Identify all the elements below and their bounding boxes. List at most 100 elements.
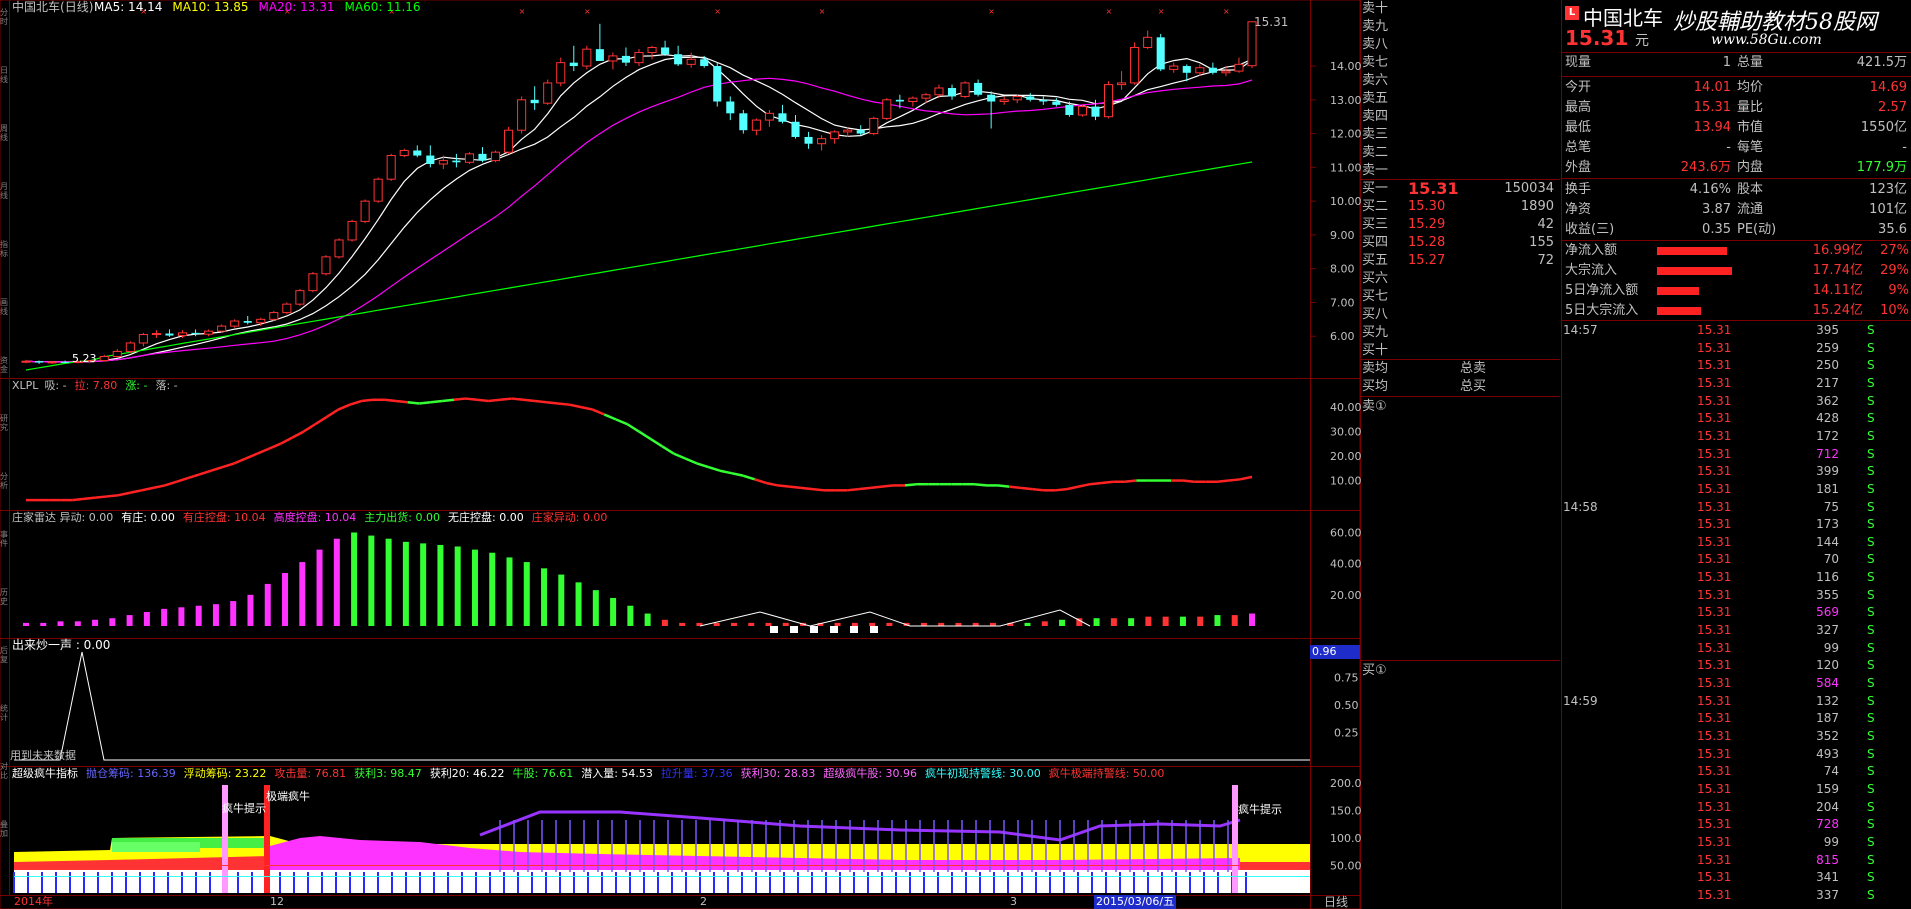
toolbar-item[interactable]: 指标 xyxy=(0,240,9,258)
zjld-bar xyxy=(661,619,668,626)
candle-body xyxy=(21,360,31,363)
xlpl-segment xyxy=(453,397,466,402)
xlpl-segment xyxy=(592,408,605,416)
flow-pct: 9% xyxy=(1888,283,1909,298)
tick-side: S xyxy=(1867,340,1875,355)
cjnn-area-white xyxy=(14,870,1310,893)
candle-body xyxy=(1234,63,1244,72)
xlpl-segment xyxy=(742,474,756,481)
zjld-bar xyxy=(1231,615,1238,626)
zjld-bar xyxy=(541,568,548,626)
legend-item: 有庄: 0.00 xyxy=(121,511,175,524)
legend-item: 涨: - xyxy=(125,379,148,392)
legend-item: 无庄控盘: 0.00 xyxy=(448,511,524,524)
tick-side: S xyxy=(1867,764,1875,779)
xlpl-segment xyxy=(1020,486,1033,491)
zjld-bar xyxy=(230,601,237,626)
price-tick-label: 12.00 xyxy=(1330,128,1362,141)
zjld-bar xyxy=(368,535,375,626)
xlpl-segment xyxy=(603,413,617,421)
candle-body xyxy=(1077,106,1087,116)
candle-body xyxy=(1091,106,1100,117)
candle-body xyxy=(426,155,435,164)
ma-legend-item: MA10: 13.85 xyxy=(172,0,249,14)
toolbar-item[interactable]: 研究 xyxy=(0,414,9,432)
tick-volume: 70 xyxy=(1823,552,1839,567)
tick-side: S xyxy=(1867,534,1875,549)
xlpl-segment xyxy=(1124,479,1137,483)
zjld-bar xyxy=(264,583,271,626)
xlpl-segment xyxy=(129,489,142,494)
sell-level-label: 卖三 xyxy=(1362,127,1389,142)
buy-level-volume: 72 xyxy=(1537,253,1554,268)
toolbar-item[interactable]: 资金 xyxy=(0,356,9,374)
tick-volume: 584 xyxy=(1816,676,1839,690)
zjld-bar xyxy=(40,622,47,626)
xlpl-segment xyxy=(765,481,779,487)
candle-body xyxy=(321,256,331,275)
toolbar-item[interactable]: 画线 xyxy=(0,298,9,316)
candle-body xyxy=(112,350,122,357)
qp-value: 13.94 xyxy=(1693,120,1731,135)
legend-label: XLPL xyxy=(12,379,39,392)
tick-price: 15.31 xyxy=(1697,781,1732,796)
toolbar-item[interactable]: 事件 xyxy=(0,530,9,548)
tick-side: S xyxy=(1867,517,1875,532)
toolbar-item[interactable]: 历史 xyxy=(0,588,9,606)
toolbar-item[interactable]: 周线 xyxy=(0,124,9,142)
cmqy-tick-label: 0.50 xyxy=(1334,699,1359,712)
watermark-url: www.58Gu.com xyxy=(1711,32,1822,48)
candle-body xyxy=(700,59,709,67)
qp-value: 15.31 xyxy=(1693,100,1731,115)
toolbar-item[interactable]: 日线 xyxy=(0,66,9,84)
cmqy-tick-label: 0.25 xyxy=(1334,727,1359,740)
toolbar-item[interactable]: 对比 xyxy=(0,762,9,780)
xlpl-segment xyxy=(199,469,212,476)
candle-body xyxy=(399,149,409,157)
xlpl-segment xyxy=(118,491,131,497)
zjld-bar xyxy=(282,573,289,626)
xlpl-tick-label: 20.00 xyxy=(1330,450,1362,463)
candle-body xyxy=(269,312,279,320)
xlpl-segment xyxy=(175,476,189,483)
period-label[interactable]: 日线 xyxy=(1324,895,1348,909)
tick-price: 15.31 xyxy=(1697,428,1732,443)
tick-side: S xyxy=(1867,570,1875,585)
signal-marker: × xyxy=(819,7,826,16)
xlpl-segment xyxy=(152,484,166,490)
zjld-bar xyxy=(74,621,81,626)
toolbar-item[interactable]: 月线 xyxy=(0,182,9,200)
toolbar-item[interactable]: 统计 xyxy=(0,704,9,722)
xlpl-segment xyxy=(511,397,524,402)
toolbar-item[interactable]: 后复 xyxy=(0,646,9,664)
toolbar-item[interactable]: 分时 xyxy=(0,8,9,26)
flow-bar xyxy=(1657,307,1701,315)
qp-value: 177.9万 xyxy=(1856,160,1907,175)
total-label: 总卖 xyxy=(1460,361,1487,376)
zjld-bar xyxy=(299,562,306,626)
zjld-bar xyxy=(471,549,478,626)
zjld-bar xyxy=(23,622,29,626)
toolbar-item[interactable]: 叠加 xyxy=(0,820,9,838)
zjld-bar xyxy=(575,582,582,626)
candle-body xyxy=(34,361,44,363)
flow-pct: 10% xyxy=(1880,303,1909,318)
candle-body xyxy=(999,99,1009,102)
xlpl-segment xyxy=(638,430,652,440)
xlpl-segment xyxy=(777,484,790,488)
xlpl-segment xyxy=(337,403,351,411)
tick-side: S xyxy=(1867,393,1875,408)
candle-body xyxy=(895,99,904,102)
candle-body xyxy=(1065,104,1074,116)
ma-legend-item: MA5: 14.14 xyxy=(94,0,163,14)
toolbar-item[interactable]: 分析 xyxy=(0,472,9,490)
candle-body xyxy=(686,58,696,65)
candle-body xyxy=(47,361,57,364)
tick-time xyxy=(1563,852,1623,870)
tick-volume: 74 xyxy=(1823,764,1839,779)
flow-value: 14.11亿 xyxy=(1812,283,1863,298)
candle-body xyxy=(1026,96,1035,100)
xlpl-segment xyxy=(557,402,570,406)
xlpl-segment xyxy=(708,465,721,472)
candle-body xyxy=(556,62,566,84)
